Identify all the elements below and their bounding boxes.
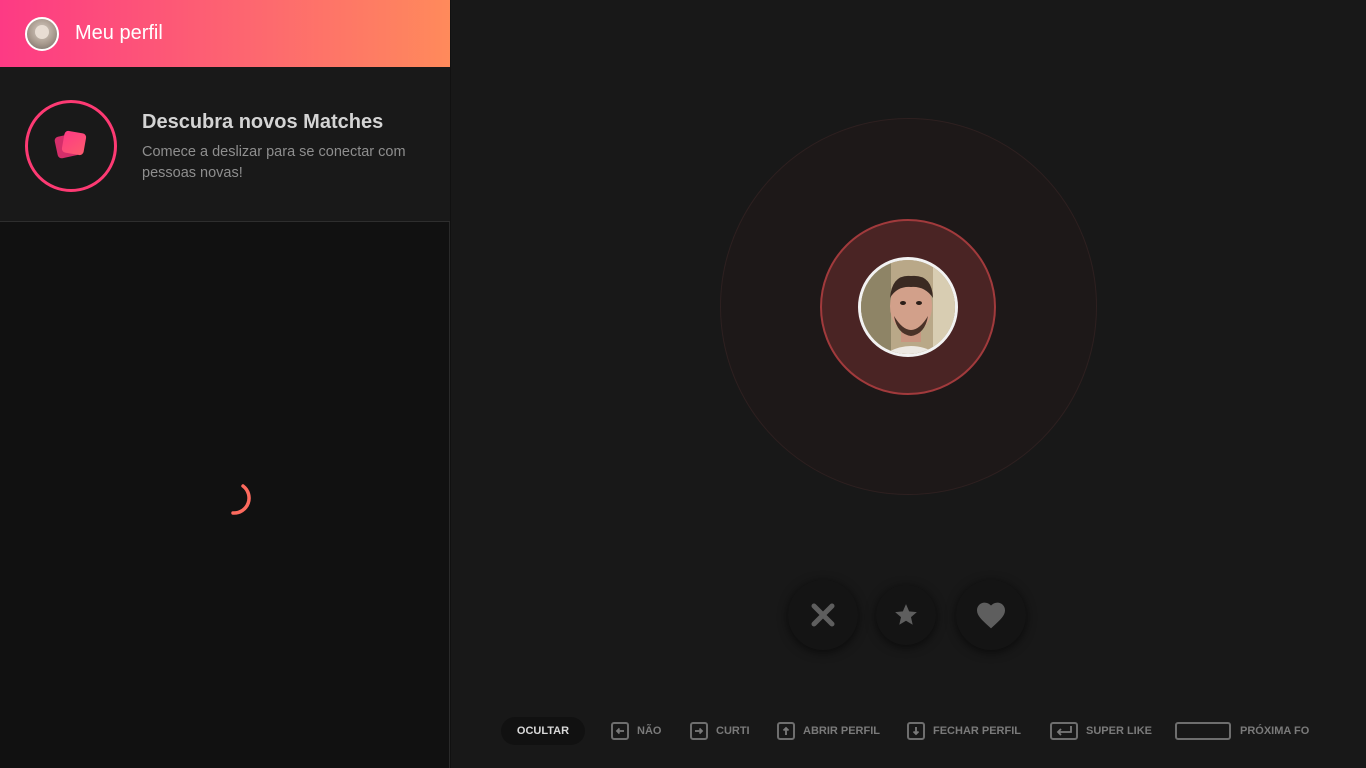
like-button[interactable] bbox=[956, 580, 1026, 650]
super-like-button[interactable] bbox=[876, 585, 936, 645]
shortcut-super-like: SUPER LIKE bbox=[1050, 721, 1152, 741]
shortcut-next-photo: PRÓXIMA FO bbox=[1240, 721, 1316, 741]
shortcut-next-photo-key bbox=[1175, 721, 1239, 741]
loading-spinner-icon bbox=[231, 484, 251, 515]
profile-label: Meu perfil bbox=[75, 22, 163, 44]
arrow-up-key-icon bbox=[777, 722, 795, 740]
arrow-down-key-icon bbox=[907, 722, 925, 740]
x-icon bbox=[811, 603, 835, 627]
sidebar: Meu perfil Descubra novos Matches Comece… bbox=[0, 0, 450, 768]
shortcut-nope: NÃO bbox=[611, 721, 661, 741]
main-area: OCULTAR NÃO CURTI ABRIR PERFIL FECHAR PE… bbox=[451, 0, 1366, 768]
discover-title: Descubra novos Matches bbox=[142, 111, 384, 133]
swipe-actions bbox=[788, 580, 1028, 650]
shortcut-open-profile: ABRIR PERFIL bbox=[777, 721, 880, 741]
nope-button[interactable] bbox=[788, 580, 858, 650]
my-profile-header[interactable]: Meu perfil bbox=[0, 0, 450, 67]
shortcut-label: FECHAR PERFIL bbox=[933, 725, 1021, 737]
star-icon bbox=[895, 604, 917, 625]
discover-matches-card: Descubra novos Matches Comece a deslizar… bbox=[0, 67, 450, 222]
shortcut-label: ABRIR PERFIL bbox=[803, 725, 880, 737]
user-photo bbox=[858, 257, 958, 357]
avatar bbox=[25, 16, 59, 51]
arrow-left-key-icon bbox=[611, 722, 629, 740]
shortcut-label: PRÓXIMA FO bbox=[1240, 725, 1310, 737]
shortcut-label: NÃO bbox=[637, 725, 662, 737]
shortcut-like: CURTI bbox=[690, 721, 750, 741]
cards-icon bbox=[25, 100, 117, 192]
shortcut-close-profile: FECHAR PERFIL bbox=[907, 721, 1021, 741]
heart-icon bbox=[977, 602, 1005, 629]
hide-shortcuts-button[interactable]: OCULTAR bbox=[501, 717, 585, 745]
shortcut-label: CURTI bbox=[716, 725, 750, 737]
discover-description: Comece a deslizar para se conectar com p… bbox=[142, 144, 406, 181]
space-key-icon bbox=[1175, 722, 1231, 740]
shortcut-label: SUPER LIKE bbox=[1086, 725, 1153, 737]
arrow-right-key-icon bbox=[690, 722, 708, 740]
enter-key-icon bbox=[1050, 722, 1078, 740]
keyboard-shortcuts-bar: OCULTAR NÃO CURTI ABRIR PERFIL FECHAR PE… bbox=[501, 715, 1366, 747]
app-window: Meu perfil Descubra novos Matches Comece… bbox=[0, 0, 1366, 768]
